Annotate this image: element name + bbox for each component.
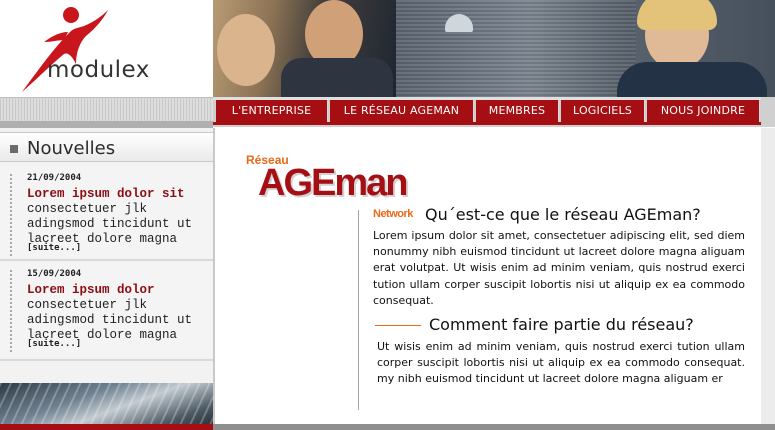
nav-end-cap xyxy=(761,97,775,127)
heading-accent-line xyxy=(375,325,421,326)
news-body: consectetuer jlk adingsmod tincidunt ut … xyxy=(27,298,193,342)
nav-underline xyxy=(213,122,761,125)
square-bullet-icon xyxy=(10,145,18,153)
news-headline[interactable]: Lorem ipsum dolor xyxy=(27,283,155,297)
news-date: 21/09/2004 xyxy=(27,173,82,183)
news-separator xyxy=(0,259,213,261)
nav-item-reseau-ageman[interactable]: LE RÉSEAU AGEMAN xyxy=(330,100,474,122)
section-heading: Qu´est-ce que le réseau AGEman? xyxy=(425,205,701,224)
dotted-rule xyxy=(10,270,12,354)
news-date: 15/09/2004 xyxy=(27,269,82,279)
sidebar: Nouvelles 21/09/2004 Lorem ipsum dolor s… xyxy=(0,128,213,430)
header-photo-blinds xyxy=(396,0,636,97)
nav-item-logiciels[interactable]: LOGICIELS xyxy=(561,100,645,122)
content-divider xyxy=(358,210,359,410)
sidebar-building-photo xyxy=(0,383,213,430)
news-separator xyxy=(0,359,213,361)
news-more-link[interactable]: [suite...] xyxy=(27,339,81,349)
main-left-border xyxy=(213,128,215,424)
news-more-link[interactable]: [suite...] xyxy=(27,243,81,253)
photo-blonde-jacket xyxy=(617,62,767,97)
section-body: Ut wisis enim ad minim veniam, quis nost… xyxy=(377,340,745,386)
ageman-logo: AGEman xyxy=(258,162,408,204)
building-facade-lines xyxy=(0,383,213,430)
main-content: Réseau AGEman Network Qu´est-ce que le r… xyxy=(213,128,775,430)
nav-item-entreprise[interactable]: L'ENTREPRISE xyxy=(216,100,328,122)
header-photo xyxy=(213,0,775,97)
nav-item-nous-joindre[interactable]: NOUS JOINDRE xyxy=(647,100,760,122)
ageman-logo-network: Network xyxy=(373,208,413,220)
logo-area: modulex xyxy=(0,0,213,97)
sidebar-top-band xyxy=(0,97,213,121)
photo-blonde-hair xyxy=(637,0,717,30)
section-heading: Comment faire partie du réseau? xyxy=(429,315,694,334)
right-gutter xyxy=(761,128,775,424)
sidebar-bottom-bar xyxy=(0,424,213,430)
nav-item-membres[interactable]: MEMBRES xyxy=(476,100,559,122)
main-nav: L'ENTREPRISE LE RÉSEAU AGEMAN MEMBRES LO… xyxy=(213,97,775,127)
news-title: Nouvelles xyxy=(27,138,116,159)
main-bottom-bar xyxy=(213,424,775,430)
dotted-rule xyxy=(10,174,12,258)
news-headline[interactable]: Lorem ipsum dolor sit xyxy=(27,187,185,201)
news-body: consectetuer jlk adingsmod tincidunt ut … xyxy=(27,202,193,246)
news-header: Nouvelles xyxy=(0,132,213,162)
news-item: 15/09/2004 Lorem ipsum dolor consectetue… xyxy=(0,262,213,358)
news-item: 21/09/2004 Lorem ipsum dolor sit consect… xyxy=(0,166,213,258)
photo-woman-face xyxy=(217,14,275,86)
section-body: Lorem ipsum dolor sit amet, consectetuer… xyxy=(373,229,745,307)
sidebar-top-band-shadow xyxy=(0,121,213,128)
photo-man-suit xyxy=(281,58,393,97)
logo-text: modulex xyxy=(47,57,150,83)
